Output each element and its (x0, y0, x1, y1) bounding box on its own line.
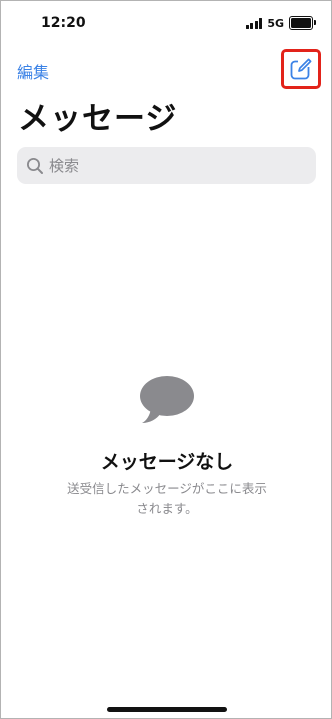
edit-button[interactable]: 編集 (17, 59, 49, 83)
empty-state-title: メッセージなし (100, 451, 234, 473)
search-icon (26, 157, 44, 175)
compose-button[interactable] (281, 49, 321, 89)
compose-icon (289, 57, 313, 81)
empty-state-description: 送受信したメッセージがここに表示されます。 (67, 481, 267, 516)
page-title: メッセージ (18, 101, 178, 137)
search-bar[interactable] (17, 147, 316, 184)
network-type: 5G (267, 16, 284, 30)
search-input[interactable] (49, 156, 289, 175)
message-bubble-icon (137, 374, 195, 426)
status-time: 12:20 (41, 15, 86, 31)
phone-screen: 12:20 5G 編集 メッセージ 検索 メッセージなし 送受信したメッセージが… (0, 0, 332, 719)
status-indicators: 5G (245, 15, 316, 31)
signal-icon (245, 17, 263, 29)
home-indicator[interactable] (107, 707, 227, 712)
battery-icon (289, 16, 316, 30)
